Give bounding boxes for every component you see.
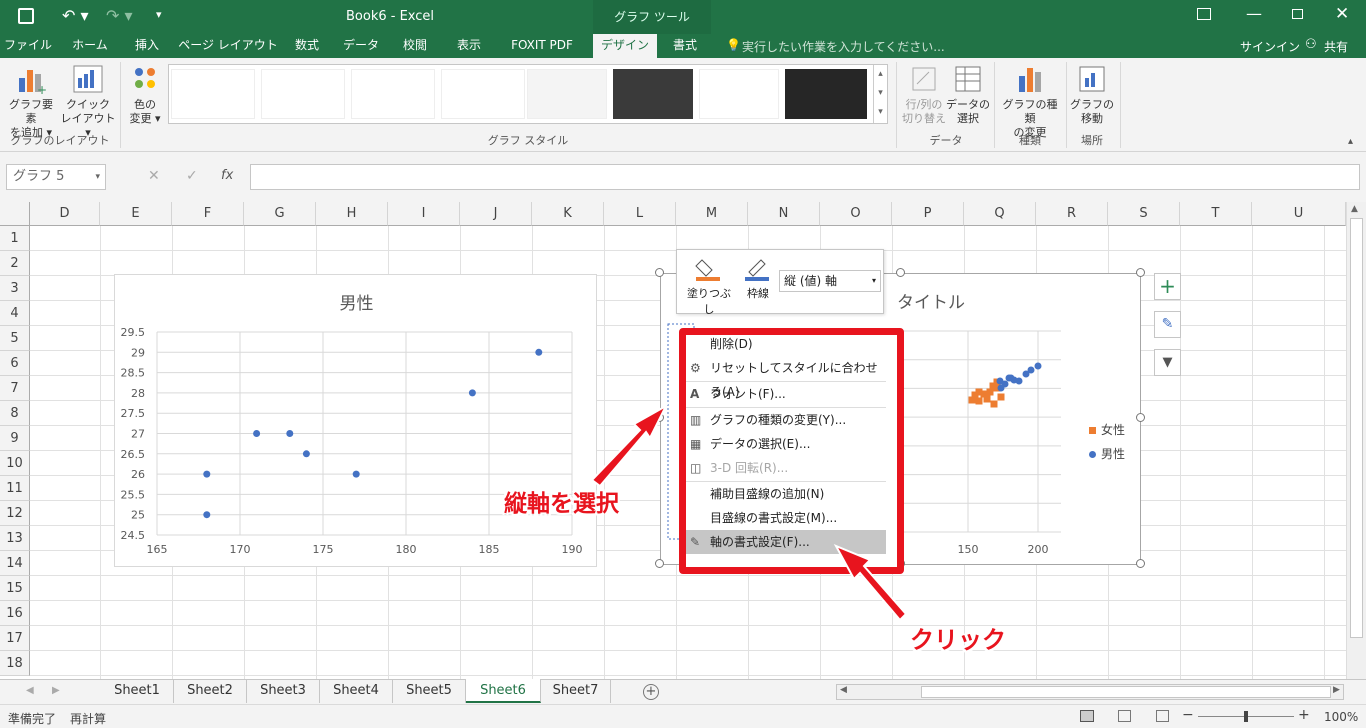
normal-view-icon[interactable] [1080,710,1094,722]
arrow-to-axis [590,403,669,488]
annotation-select-axis: 縦軸を選択 [504,491,619,517]
sheet-tab[interactable]: Sheet6 [466,679,541,703]
status-recalc: 再計算 [70,712,107,726]
annotation-arrows [590,403,908,622]
sheet-tab[interactable]: Sheet5 [393,679,466,703]
arrow-to-menu-item [833,544,908,622]
sheet-tab[interactable]: Sheet7 [541,679,611,703]
status-ready: 準備完了 [8,712,57,726]
horizontal-scroll-thumb[interactable] [921,686,1331,698]
page-break-view-icon[interactable] [1156,710,1169,722]
sheet-tab[interactable]: Sheet3 [247,679,320,703]
new-sheet-button[interactable]: + [643,684,659,700]
prev-sheet-icon[interactable]: ◀ [26,685,34,696]
sheet-tab[interactable]: Sheet4 [320,679,393,703]
zoom-in-icon[interactable]: + [1298,707,1310,723]
zoom-level[interactable]: 100% [1324,710,1358,724]
page-layout-view-icon[interactable] [1118,710,1131,722]
horizontal-scrollbar[interactable]: ◀ ▶ [836,684,1344,700]
sheet-tab[interactable]: Sheet1 [101,679,174,703]
annotation-click: クリック [910,626,1006,654]
next-sheet-icon[interactable]: ▶ [52,685,60,696]
zoom-slider-thumb[interactable] [1244,711,1248,722]
status-bar: 準備完了 再計算 − + 100% [0,704,1366,728]
zoom-out-icon[interactable]: − [1182,707,1194,723]
sheet-tab[interactable]: Sheet2 [174,679,247,703]
